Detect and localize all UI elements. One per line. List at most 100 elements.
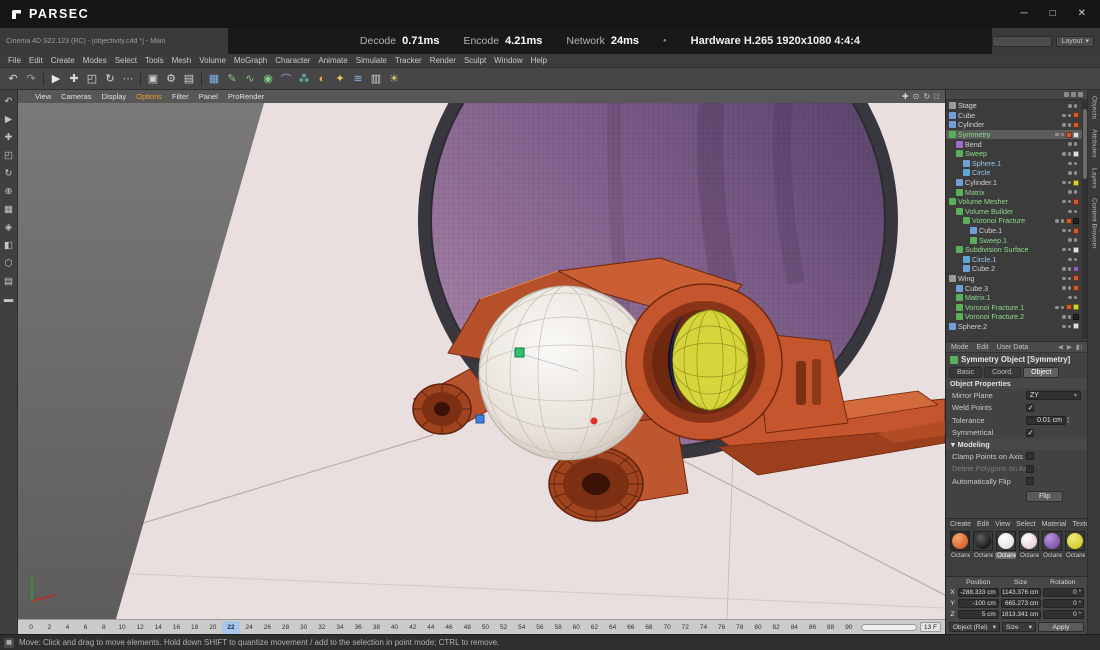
flip-button[interactable]: Flip bbox=[1026, 491, 1063, 502]
attribute-tab[interactable]: Basic bbox=[949, 367, 982, 378]
tree-row[interactable]: Bend bbox=[946, 139, 1087, 149]
timeline-frame-number[interactable]: 48 bbox=[458, 621, 476, 634]
tolerance-field[interactable]: 0.01 cm ▴▾ bbox=[1026, 416, 1069, 425]
symmetrical-checkbox[interactable] bbox=[1026, 429, 1034, 437]
render-dot-icon[interactable] bbox=[1061, 219, 1065, 223]
material-item[interactable]: Octane 3 bbox=[995, 531, 1016, 559]
material-item[interactable]: Octane 5 bbox=[1041, 531, 1062, 559]
menu-item[interactable]: Create bbox=[47, 56, 79, 65]
timeline-frame-number[interactable]: 26 bbox=[258, 621, 276, 634]
tree-row[interactable]: Symmetry bbox=[946, 130, 1087, 140]
model-mode-icon[interactable]: ▦ bbox=[1, 202, 16, 216]
toggle-view-icon[interactable]: □ bbox=[934, 92, 939, 101]
mirror-plane-dropdown[interactable]: ZY▾ bbox=[1026, 391, 1081, 400]
menu-item[interactable]: Help bbox=[527, 56, 551, 65]
viewport-menu-item[interactable]: Options bbox=[131, 92, 167, 101]
render-settings-icon[interactable]: ⚙ bbox=[162, 70, 180, 88]
tree-row[interactable]: Cube.2 bbox=[946, 264, 1087, 274]
tree-row[interactable]: Subdivision Surface bbox=[946, 245, 1087, 255]
current-frame-box[interactable]: 13 F bbox=[920, 622, 941, 632]
render-dot-icon[interactable] bbox=[1068, 248, 1072, 252]
menu-item[interactable]: Render bbox=[426, 56, 460, 65]
material-swatch[interactable] bbox=[996, 531, 1016, 551]
forward-icon[interactable]: ▶ bbox=[1067, 343, 1072, 351]
tree-row[interactable]: Sweep bbox=[946, 149, 1087, 159]
timeline-frame-number[interactable]: 24 bbox=[240, 621, 258, 634]
viewport-3d[interactable] bbox=[18, 103, 945, 619]
menu-item[interactable]: MoGraph bbox=[230, 56, 271, 65]
material-tag-icon[interactable] bbox=[1073, 228, 1079, 234]
timeline-frame-number[interactable]: 22 bbox=[222, 621, 240, 634]
material-tags[interactable] bbox=[1073, 247, 1079, 253]
delete-polygons-checkbox[interactable] bbox=[1026, 465, 1034, 473]
subdivision-surface-icon[interactable]: ◉ bbox=[259, 70, 277, 88]
back-icon[interactable]: ◀ bbox=[1058, 343, 1063, 351]
tree-row[interactable]: Wing bbox=[946, 274, 1087, 284]
material-tags[interactable] bbox=[1066, 304, 1079, 310]
autoflip-checkbox[interactable] bbox=[1026, 477, 1034, 485]
move-icon[interactable]: ✚ bbox=[65, 70, 83, 88]
material-tags[interactable] bbox=[1073, 314, 1079, 320]
material-tags[interactable] bbox=[1066, 132, 1079, 138]
material-menu-item[interactable]: Material bbox=[1042, 521, 1067, 528]
viewport-menu-item[interactable]: Panel bbox=[194, 92, 223, 101]
undo-icon[interactable]: ↶ bbox=[4, 70, 22, 88]
timeline-frame-number[interactable]: 66 bbox=[622, 621, 640, 634]
visibility-dot-icon[interactable] bbox=[1068, 210, 1072, 214]
timeline-frame-number[interactable]: 70 bbox=[658, 621, 676, 634]
material-tags[interactable] bbox=[1073, 228, 1079, 234]
menu-item[interactable]: Animate bbox=[314, 56, 351, 65]
material-tags[interactable] bbox=[1073, 122, 1079, 128]
object-manager-header-icons[interactable] bbox=[1064, 92, 1083, 97]
panel-tab[interactable]: Content Browser bbox=[1091, 198, 1098, 249]
visibility-dot-icon[interactable] bbox=[1068, 238, 1072, 242]
tree-row[interactable]: Sphere.1 bbox=[946, 159, 1087, 169]
scrollbar-thumb[interactable] bbox=[1083, 109, 1087, 179]
visibility-dot-icon[interactable] bbox=[1062, 123, 1066, 127]
timeline-frame-number[interactable]: 8 bbox=[95, 621, 113, 634]
material-tag-icon[interactable] bbox=[1073, 304, 1079, 310]
menu-item[interactable]: File bbox=[4, 56, 25, 65]
timeline-frame-number[interactable]: 44 bbox=[422, 621, 440, 634]
material-tag-icon[interactable] bbox=[1066, 132, 1072, 138]
object-flags[interactable] bbox=[1062, 112, 1079, 118]
render-dot-icon[interactable] bbox=[1068, 229, 1072, 233]
move-icon[interactable]: ✚ bbox=[1, 130, 16, 144]
size-field[interactable]: 1813.341 cm bbox=[1001, 610, 1042, 619]
timeline-frame-number[interactable]: 86 bbox=[803, 621, 821, 634]
size-field[interactable]: 665.273 cm bbox=[1001, 599, 1042, 608]
rotation-field[interactable]: 0 ° bbox=[1043, 610, 1084, 619]
viewport-menu-item[interactable]: Display bbox=[97, 92, 132, 101]
material-tag-icon[interactable] bbox=[1073, 275, 1079, 281]
render-dot-icon[interactable] bbox=[1068, 200, 1072, 204]
timeline-frame-number[interactable]: 34 bbox=[331, 621, 349, 634]
render-dot-icon[interactable] bbox=[1074, 190, 1078, 194]
scale-icon[interactable]: ◰ bbox=[83, 70, 101, 88]
material-item[interactable]: Octane 2 bbox=[972, 531, 993, 559]
material-tags[interactable] bbox=[1066, 218, 1079, 224]
redo-icon[interactable]: ↷ bbox=[22, 70, 40, 88]
visibility-dot-icon[interactable] bbox=[1062, 286, 1066, 290]
visibility-dot-icon[interactable] bbox=[1062, 277, 1066, 281]
tree-row[interactable]: Volume Builder bbox=[946, 207, 1087, 217]
visibility-dot-icon[interactable] bbox=[1068, 190, 1072, 194]
timeline-frame-number[interactable]: 10 bbox=[113, 621, 131, 634]
visibility-dot-icon[interactable] bbox=[1068, 104, 1072, 108]
render-dot-icon[interactable] bbox=[1068, 267, 1072, 271]
timeline-frame-number[interactable]: 0 bbox=[22, 621, 40, 634]
object-flags[interactable] bbox=[1068, 238, 1079, 242]
object-flags[interactable] bbox=[1062, 266, 1079, 272]
object-flags[interactable] bbox=[1068, 190, 1079, 194]
last-tool-icon[interactable]: ⋯ bbox=[119, 70, 137, 88]
timeline-frame-number[interactable]: 2 bbox=[40, 621, 58, 634]
material-menu-item[interactable]: View bbox=[995, 521, 1010, 528]
position-field[interactable]: -288.333 cm bbox=[958, 588, 999, 597]
material-tags[interactable] bbox=[1073, 199, 1079, 205]
attribute-menu-item[interactable]: Mode bbox=[951, 344, 969, 351]
render-view-icon[interactable]: ▣ bbox=[144, 70, 162, 88]
workplane-icon[interactable]: ▬ bbox=[1, 292, 16, 306]
timeline-frame-number[interactable]: 40 bbox=[385, 621, 403, 634]
tolerance-value[interactable]: 0.01 cm bbox=[1026, 416, 1066, 425]
visibility-dot-icon[interactable] bbox=[1062, 152, 1066, 156]
texture-mode-icon[interactable]: ▤ bbox=[1, 274, 16, 288]
